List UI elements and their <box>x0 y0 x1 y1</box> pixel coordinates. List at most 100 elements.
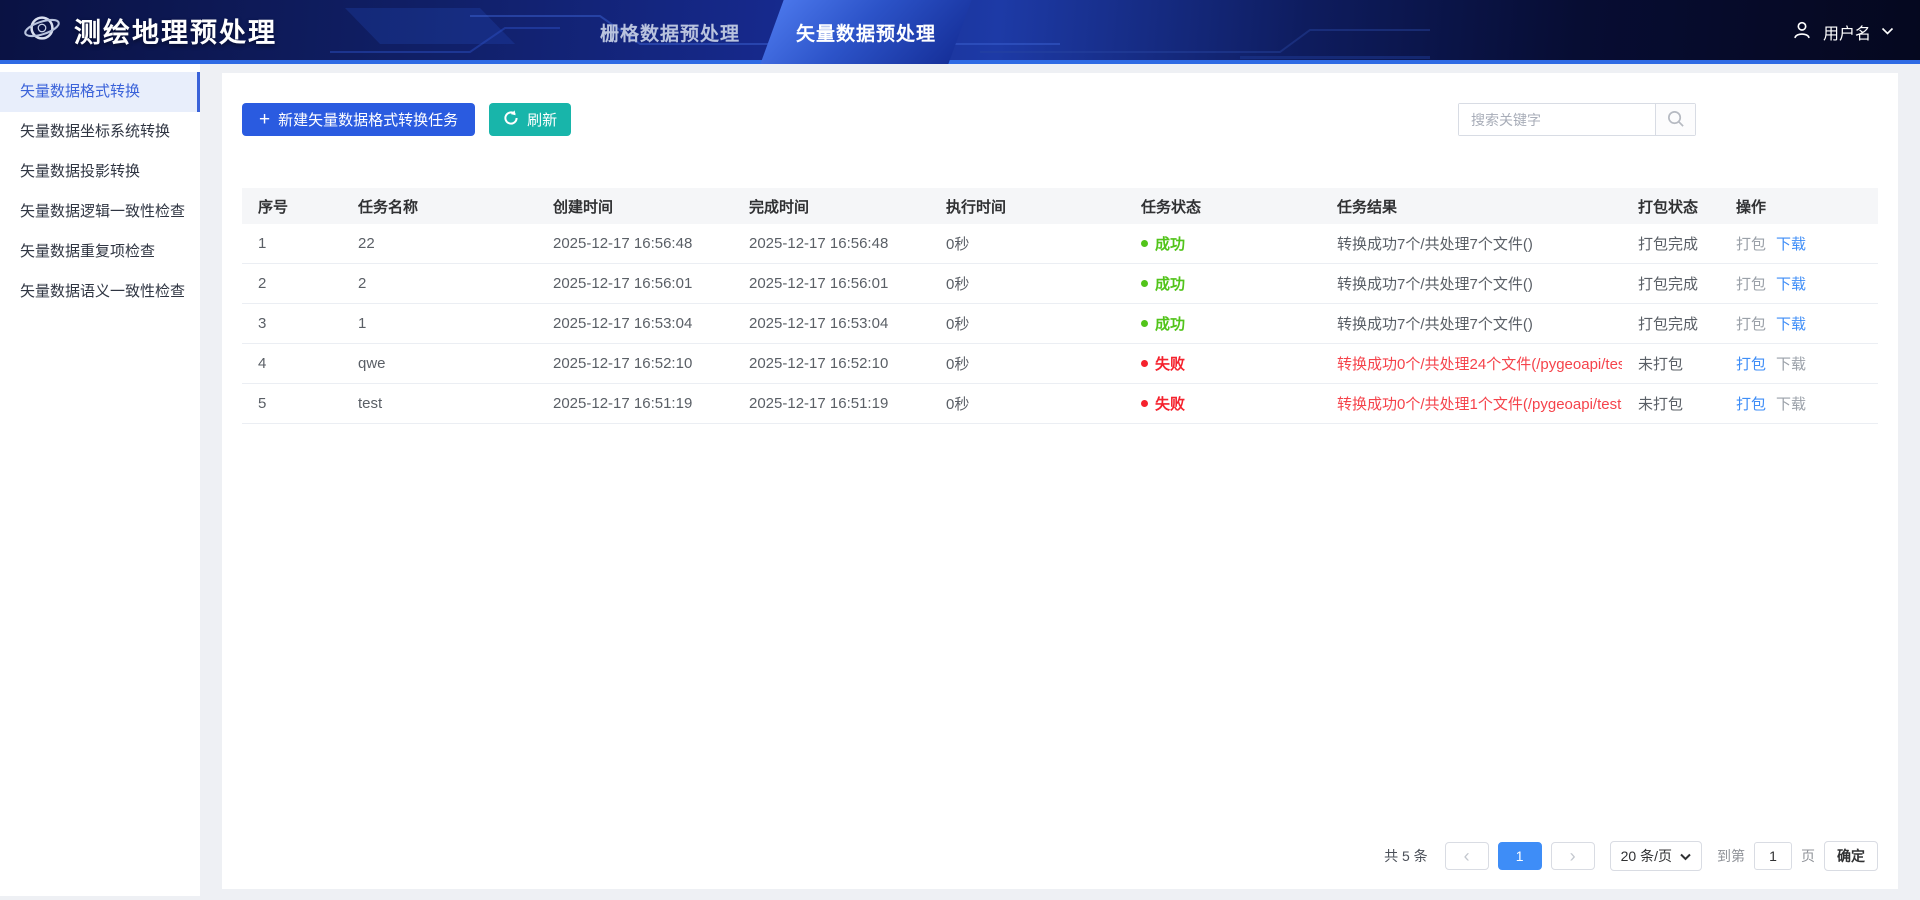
goto-page-input[interactable] <box>1754 842 1792 870</box>
new-task-button[interactable]: + 新建矢量数据格式转换任务 <box>242 103 475 136</box>
cell-finished: 2025-12-17 16:56:01 <box>733 264 930 304</box>
col-result: 任务结果 <box>1321 188 1622 224</box>
pack-action[interactable]: 打包 <box>1736 276 1766 293</box>
cell-result: 转换成功7个/共处理7个文件() <box>1321 264 1622 304</box>
status-text: 成功 <box>1155 273 1185 294</box>
sidebar-item-duplicate-check[interactable]: 矢量数据重复项检查 <box>0 232 200 272</box>
tab-raster-preprocess[interactable]: 栅格数据预处理 <box>572 0 768 64</box>
cell-duration: 0秒 <box>930 264 1125 304</box>
cell-status: 失败 <box>1125 384 1321 424</box>
cell-actions: 打包下载 <box>1720 344 1878 384</box>
refresh-icon <box>503 110 519 130</box>
search-box <box>1458 103 1696 136</box>
cell-task-name: 1 <box>342 304 537 344</box>
main-content: + 新建矢量数据格式转换任务 刷新 <box>200 64 1920 896</box>
sidebar-item-semantic-consistency-check[interactable]: 矢量数据语义一致性检查 <box>0 272 200 312</box>
page-number-button[interactable]: 1 <box>1498 842 1542 870</box>
cell-result: 转换成功0个/共处理1个文件(/pygeoapi/tests/in <box>1321 384 1622 424</box>
sidebar-item-coordinate-convert[interactable]: 矢量数据坐标系统转换 <box>0 112 200 152</box>
status-dot <box>1141 240 1148 247</box>
download-action[interactable]: 下载 <box>1776 276 1806 293</box>
cell-package-status: 未打包 <box>1622 344 1720 384</box>
status-text: 失败 <box>1155 353 1185 374</box>
confirm-button[interactable]: 确定 <box>1824 841 1878 871</box>
app-header: 测绘地理预处理 栅格数据预处理 矢量数据预处理 用户名 <box>0 0 1920 64</box>
sidebar-item-projection-convert[interactable]: 矢量数据投影转换 <box>0 152 200 192</box>
tab-label: 矢量数据预处理 <box>796 19 936 46</box>
tab-label: 栅格数据预处理 <box>600 19 740 46</box>
plus-icon: + <box>259 110 270 129</box>
cell-created: 2025-12-17 16:52:10 <box>537 344 733 384</box>
cell-result: 转换成功0个/共处理24个文件(/pygeoapi/tests/ <box>1321 344 1622 384</box>
cell-index: 5 <box>242 384 342 424</box>
status-text: 成功 <box>1155 233 1185 254</box>
top-nav: 栅格数据预处理 矢量数据预处理 <box>572 0 964 64</box>
app-logo-icon <box>22 8 62 53</box>
download-action[interactable]: 下载 <box>1776 356 1806 373</box>
cell-finished: 2025-12-17 16:56:48 <box>733 224 930 264</box>
status-dot <box>1141 400 1148 407</box>
cell-task-name: qwe <box>342 344 537 384</box>
pack-action[interactable]: 打包 <box>1736 356 1766 373</box>
cell-finished: 2025-12-17 16:52:10 <box>733 344 930 384</box>
cell-finished: 2025-12-17 16:51:19 <box>733 384 930 424</box>
table-header-row: 序号 任务名称 创建时间 完成时间 执行时间 任务状态 任务结果 打包状态 操作 <box>242 188 1878 224</box>
cell-duration: 0秒 <box>930 344 1125 384</box>
cell-finished: 2025-12-17 16:53:04 <box>733 304 930 344</box>
user-name: 用户名 <box>1823 20 1871 44</box>
cell-created: 2025-12-17 16:51:19 <box>537 384 733 424</box>
logo-area: 测绘地理预处理 <box>22 8 277 53</box>
table-row: 3 1 2025-12-17 16:53:04 2025-12-17 16:53… <box>242 304 1878 344</box>
cell-actions: 打包下载 <box>1720 384 1878 424</box>
pack-action[interactable]: 打包 <box>1736 396 1766 413</box>
pack-action[interactable]: 打包 <box>1736 236 1766 253</box>
status-text: 成功 <box>1155 313 1185 334</box>
col-duration: 执行时间 <box>930 188 1125 224</box>
status-dot <box>1141 360 1148 367</box>
cell-status: 成功 <box>1125 224 1321 264</box>
chevron-right-icon: › <box>1570 847 1576 865</box>
status-text: 失败 <box>1155 393 1185 414</box>
pagination-total: 共 5 条 <box>1384 846 1428 866</box>
page-layout: 矢量数据格式转换 矢量数据坐标系统转换 矢量数据投影转换 矢量数据逻辑一致性检查… <box>0 64 1920 896</box>
col-status: 任务状态 <box>1125 188 1321 224</box>
cell-created: 2025-12-17 16:53:04 <box>537 304 733 344</box>
download-action[interactable]: 下载 <box>1776 236 1806 253</box>
download-action[interactable]: 下载 <box>1776 396 1806 413</box>
page-size-select[interactable]: 20 条/页 <box>1610 841 1702 871</box>
chevron-down-icon <box>1881 23 1894 41</box>
cell-actions: 打包下载 <box>1720 264 1878 304</box>
col-finished: 完成时间 <box>733 188 930 224</box>
goto-prefix-label: 到第 <box>1717 846 1745 866</box>
cell-task-name: test <box>342 384 537 424</box>
cell-status: 成功 <box>1125 264 1321 304</box>
refresh-button[interactable]: 刷新 <box>489 103 571 136</box>
page-size-label: 20 条/页 <box>1621 846 1672 866</box>
pagination: 共 5 条 ‹ 1 › 20 条/页 到第 页 确定 <box>242 841 1878 871</box>
cell-result: 转换成功7个/共处理7个文件() <box>1321 304 1622 344</box>
download-action[interactable]: 下载 <box>1776 316 1806 333</box>
pack-action[interactable]: 打包 <box>1736 316 1766 333</box>
search-input[interactable] <box>1459 104 1655 135</box>
sidebar-item-format-convert[interactable]: 矢量数据格式转换 <box>0 72 200 112</box>
prev-page-button[interactable]: ‹ <box>1445 842 1489 870</box>
tab-vector-preprocess[interactable]: 矢量数据预处理 <box>768 0 964 64</box>
cell-actions: 打包下载 <box>1720 224 1878 264</box>
app-title: 测绘地理预处理 <box>74 11 277 50</box>
cell-actions: 打包下载 <box>1720 304 1878 344</box>
cell-created: 2025-12-17 16:56:48 <box>537 224 733 264</box>
user-icon <box>1791 19 1813 46</box>
user-menu[interactable]: 用户名 <box>1791 0 1894 64</box>
cell-task-name: 22 <box>342 224 537 264</box>
search-button[interactable] <box>1655 104 1695 135</box>
status-dot <box>1141 320 1148 327</box>
chevron-left-icon: ‹ <box>1464 847 1470 865</box>
table-row: 4 qwe 2025-12-17 16:52:10 2025-12-17 16:… <box>242 344 1878 384</box>
cell-task-name: 2 <box>342 264 537 304</box>
next-page-button[interactable]: › <box>1551 842 1595 870</box>
cell-created: 2025-12-17 16:56:01 <box>537 264 733 304</box>
sidebar-item-logic-consistency-check[interactable]: 矢量数据逻辑一致性检查 <box>0 192 200 232</box>
cell-package-status: 打包完成 <box>1622 224 1720 264</box>
col-actions: 操作 <box>1720 188 1878 224</box>
col-created: 创建时间 <box>537 188 733 224</box>
